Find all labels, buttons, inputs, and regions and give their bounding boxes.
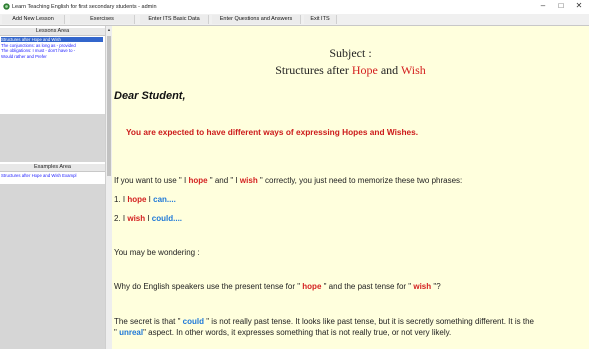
text-fragment: The secret is that " — [114, 317, 183, 326]
phrase-1: 1. I hope I can.... — [114, 195, 176, 204]
phrase-2: 2. I wish I could.... — [114, 214, 182, 223]
lesson-content: Subject : Structures after Hope and Wish… — [112, 26, 589, 349]
greeting: Dear Student, — [114, 90, 186, 102]
wish-word: wish — [239, 176, 258, 185]
minimize-button[interactable]: – — [536, 1, 550, 10]
subject-title: Structures after Hope and Wish — [112, 63, 589, 78]
text-fragment: " aspect. In other words, it expresses s… — [143, 328, 452, 337]
text-fragment: " is not really past tense. It looks lik… — [204, 317, 534, 326]
unreal-word: unreal — [119, 328, 144, 337]
maximize-button[interactable]: □ — [554, 1, 568, 10]
instruction-line: If you want to use " I hope " and " I wi… — [114, 176, 462, 185]
subject-wish: Wish — [400, 63, 426, 77]
left-panel: Lessons Area Structures after Hope and W… — [0, 26, 106, 349]
wish-word: wish — [127, 214, 146, 223]
examples-area-empty-space — [0, 184, 105, 349]
subject-hope: Hope — [351, 63, 378, 77]
title-bar: Learn Teaching English for first seconda… — [0, 0, 589, 14]
wish-word: wish — [413, 282, 432, 291]
close-button[interactable]: ✕ — [572, 1, 586, 10]
question-line: Why do English speakers use the present … — [114, 282, 441, 291]
text-fragment: " correctly, you just need to memorize t… — [257, 176, 463, 185]
examples-area-header: Examples Area — [0, 164, 105, 172]
app-icon — [3, 3, 10, 10]
enter-questions-answers-button[interactable]: Enter Questions and Answers — [212, 15, 301, 24]
secret-line-1: The secret is that " could " is not real… — [114, 317, 534, 326]
exercises-button[interactable]: Exercises — [70, 15, 135, 24]
hope-word: hope — [302, 282, 322, 291]
lessons-area-empty-space — [0, 114, 105, 162]
could-word: could.... — [151, 214, 183, 223]
example-item[interactable]: Structures after Hope and Wish Exampl — [1, 173, 103, 178]
subject-label: Subject : — [329, 46, 372, 60]
add-new-lesson-button[interactable]: Add New Lesson — [2, 15, 65, 24]
text-fragment: 1. I — [114, 195, 128, 204]
lesson-item[interactable]: The obligations: I must - don't have to … — [1, 48, 103, 53]
text-fragment: 2. I — [114, 214, 128, 223]
text-fragment: If you want to use " I — [114, 176, 189, 185]
lesson-item[interactable]: Would rather and Prefer — [1, 54, 103, 59]
can-word: can.... — [153, 195, 176, 204]
hope-word: hope — [188, 176, 208, 185]
text-fragment: Why do English speakers use the present … — [114, 282, 303, 291]
lesson-item[interactable]: Structures after Hope and Wish — [1, 37, 103, 42]
menu-bar: Add New Lesson Exercises Enter ITS Basic… — [0, 14, 589, 26]
vertical-scrollbar[interactable]: ▲ — [105, 26, 112, 349]
could-word: could — [182, 317, 204, 326]
enter-its-basic-data-button[interactable]: Enter ITS Basic Data — [140, 15, 209, 24]
text-fragment: "? — [431, 282, 441, 291]
lessons-area-header: Lessons Area — [0, 28, 105, 36]
secret-line-2: " unreal" aspect. In other words, it exp… — [114, 328, 451, 337]
text-fragment: " and the past tense for " — [321, 282, 414, 291]
window-title: Learn Teaching English for first seconda… — [12, 3, 157, 10]
scroll-thumb[interactable] — [107, 36, 111, 176]
subject-and: and — [377, 63, 401, 77]
exit-its-button[interactable]: Exit ITS — [304, 15, 337, 24]
subject-prefix: Structures after — [275, 63, 352, 77]
text-fragment: " and " I — [207, 176, 240, 185]
text-fragment: I — [145, 214, 152, 223]
expected-text: You are expected to have different ways … — [126, 127, 419, 137]
wondering-text: You may be wondering : — [114, 248, 200, 257]
lesson-item[interactable]: The conjunctions: as long as - provided — [1, 43, 103, 48]
hope-word: hope — [127, 195, 147, 204]
